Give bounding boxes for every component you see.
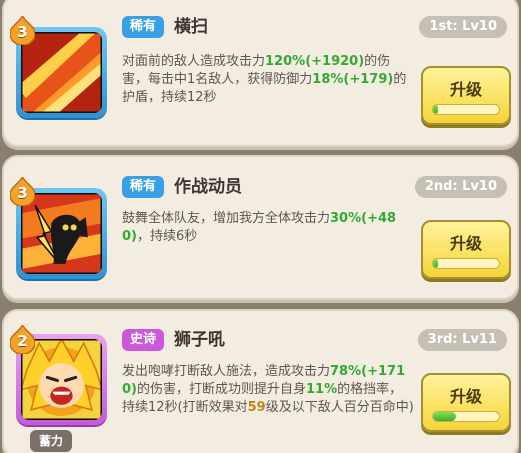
skill-name: 作战动员	[174, 177, 242, 197]
skill-level-badge: 3	[10, 177, 35, 206]
skill-card: 2 蓄力 史诗 狮子吼 3rd: Lv11 发出咆哮打断敌人施法，造成攻击力78…	[2, 309, 519, 453]
charge-tag: 蓄力	[30, 430, 73, 452]
skill-description: 发出咆哮打断敌人施法，造成攻击力78%(+1710)的伤害，打断成功则提升自身1…	[122, 364, 414, 415]
skill-rank-level: 2nd: Lv10	[414, 176, 507, 198]
rarity-badge: 稀有	[122, 16, 165, 38]
skill-description: 对面前的敌人造成攻击力120%(+1920)的伤害，每击中1名敌人，获得防御力1…	[122, 54, 407, 105]
upgrade-progress-fill	[433, 259, 439, 268]
upgrade-label: 升级	[449, 80, 482, 99]
rarity-badge: 稀有	[122, 176, 165, 198]
upgrade-progress-bar	[432, 104, 500, 115]
skill-card: 3 稀有 横扫 1st: Lv10 对面前的敌人造成攻击力120%(+1920)…	[2, 0, 519, 147]
skill-name: 横扫	[174, 17, 208, 37]
upgrade-label: 升级	[449, 387, 482, 406]
rarity-badge: 史诗	[122, 329, 165, 351]
upgrade-progress-bar	[432, 411, 500, 422]
skill-level-number: 2	[17, 332, 28, 350]
upgrade-label: 升级	[449, 234, 482, 253]
upgrade-progress-fill	[433, 412, 457, 421]
upgrade-button[interactable]: 升级	[421, 66, 511, 125]
skill-level-badge: 2	[10, 325, 35, 354]
skill-description: 鼓舞全体队友，增加我方全体攻击力30%(+480)，持续6秒	[122, 211, 397, 244]
skill-level-number: 3	[17, 184, 28, 202]
skill-name: 狮子吼	[174, 330, 225, 350]
upgrade-progress-bar	[432, 258, 500, 269]
upgrade-button[interactable]: 升级	[421, 373, 511, 432]
skill-level-badge: 3	[10, 16, 35, 45]
skill-rank-level: 3rd: Lv11	[417, 329, 507, 351]
skill-level-number: 3	[17, 23, 28, 41]
skill-card: 3 稀有 作战动员 2nd: Lv10 鼓舞全体队友，增加我方全体攻击力30%(…	[2, 155, 519, 300]
skill-rank-level: 1st: Lv10	[419, 16, 507, 38]
upgrade-button[interactable]: 升级	[421, 220, 511, 279]
upgrade-progress-fill	[433, 105, 439, 114]
